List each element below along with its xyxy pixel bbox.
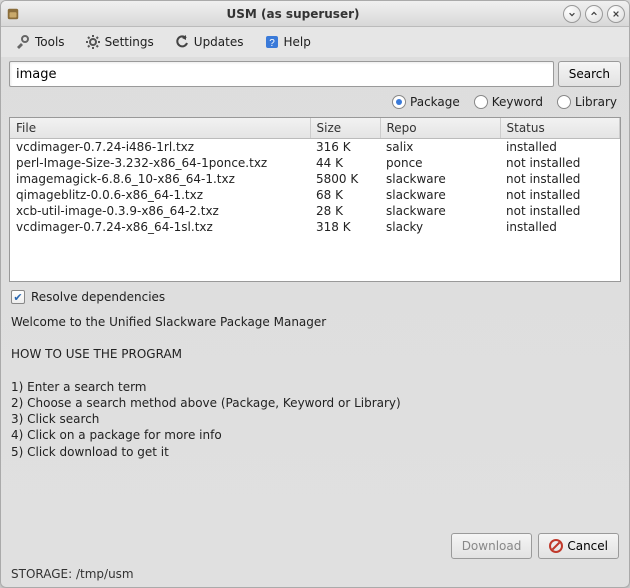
cancel-button-label: Cancel <box>567 539 608 553</box>
tools-icon <box>15 34 31 50</box>
table-row[interactable]: xcb-util-image-0.3.9-x86_64-2.txz28 Ksla… <box>10 203 620 219</box>
cell-repo: slackware <box>380 171 500 187</box>
cell-size: 28 K <box>310 203 380 219</box>
menu-settings[interactable]: Settings <box>81 30 158 54</box>
svg-text:?: ? <box>269 38 275 49</box>
window-controls <box>563 5 625 23</box>
results-table: File Size Repo Status vcdimager-0.7.24-i… <box>9 117 621 282</box>
radio-package[interactable]: Package <box>392 95 460 109</box>
main-window: USM (as superuser) Tools Settings <box>0 0 630 588</box>
table-row[interactable]: vcdimager-0.7.24-x86_64-1sl.txz318 Kslac… <box>10 219 620 235</box>
resolve-deps-label: Resolve dependencies <box>31 290 165 304</box>
radio-dot-icon <box>392 95 406 109</box>
cell-repo: ponce <box>380 155 500 171</box>
table-row[interactable]: imagemagick-6.8.6_10-x86_64-1.txz5800 Ks… <box>10 171 620 187</box>
help-icon: ? <box>264 34 280 50</box>
cell-size: 68 K <box>310 187 380 203</box>
table-row[interactable]: perl-Image-Size-3.232-x86_64-1ponce.txz4… <box>10 155 620 171</box>
refresh-icon <box>174 34 190 50</box>
radio-dot-icon <box>557 95 571 109</box>
cell-size: 5800 K <box>310 171 380 187</box>
bottom-buttons: Download Cancel <box>1 529 629 563</box>
search-row: Search <box>1 57 629 91</box>
titlebar: USM (as superuser) <box>1 1 629 27</box>
gear-icon <box>85 34 101 50</box>
radio-dot-icon <box>474 95 488 109</box>
cell-status: not installed <box>500 155 620 171</box>
status-bar: STORAGE: /tmp/usm <box>1 563 629 587</box>
cell-status: installed <box>500 139 620 156</box>
radio-package-label: Package <box>410 95 460 109</box>
app-icon <box>5 6 21 22</box>
maximize-button[interactable] <box>585 5 603 23</box>
cell-size: 318 K <box>310 219 380 235</box>
cell-repo: slackware <box>380 187 500 203</box>
cell-repo: slacky <box>380 219 500 235</box>
cell-file: vcdimager-0.7.24-i486-1rl.txz <box>10 139 310 156</box>
menubar: Tools Settings Updates ? Help <box>1 27 629 57</box>
minimize-button[interactable] <box>563 5 581 23</box>
checkbox-icon: ✔ <box>11 290 25 304</box>
radio-keyword[interactable]: Keyword <box>474 95 543 109</box>
table-row[interactable]: qimageblitz-0.0.6-x86_64-1.txz68 Kslackw… <box>10 187 620 203</box>
stop-icon <box>549 539 563 553</box>
search-input[interactable] <box>9 61 554 87</box>
cell-file: imagemagick-6.8.6_10-x86_64-1.txz <box>10 171 310 187</box>
menu-settings-label: Settings <box>105 35 154 49</box>
table-header-row: File Size Repo Status <box>10 118 620 139</box>
menu-tools[interactable]: Tools <box>11 30 69 54</box>
radio-keyword-label: Keyword <box>492 95 543 109</box>
cell-status: installed <box>500 219 620 235</box>
menu-help[interactable]: ? Help <box>260 30 315 54</box>
menu-tools-label: Tools <box>35 35 65 49</box>
cell-file: vcdimager-0.7.24-x86_64-1sl.txz <box>10 219 310 235</box>
info-area: Welcome to the Unified Slackware Package… <box>9 312 621 525</box>
cancel-button[interactable]: Cancel <box>538 533 619 559</box>
download-button[interactable]: Download <box>451 533 533 559</box>
resolve-deps-row[interactable]: ✔ Resolve dependencies <box>1 286 629 308</box>
table-row[interactable]: vcdimager-0.7.24-i486-1rl.txz316 Ksalixi… <box>10 139 620 156</box>
radio-library-label: Library <box>575 95 617 109</box>
cell-size: 44 K <box>310 155 380 171</box>
header-size[interactable]: Size <box>310 118 380 139</box>
radio-library[interactable]: Library <box>557 95 617 109</box>
search-button[interactable]: Search <box>558 61 621 87</box>
cell-repo: slackware <box>380 203 500 219</box>
header-file[interactable]: File <box>10 118 310 139</box>
search-mode-radios: Package Keyword Library <box>1 91 629 113</box>
menu-updates-label: Updates <box>194 35 244 49</box>
cell-file: perl-Image-Size-3.232-x86_64-1ponce.txz <box>10 155 310 171</box>
header-status[interactable]: Status <box>500 118 620 139</box>
menu-updates[interactable]: Updates <box>170 30 248 54</box>
cell-status: not installed <box>500 171 620 187</box>
cell-file: xcb-util-image-0.3.9-x86_64-2.txz <box>10 203 310 219</box>
cell-status: not installed <box>500 203 620 219</box>
close-button[interactable] <box>607 5 625 23</box>
cell-size: 316 K <box>310 139 380 156</box>
cell-file: qimageblitz-0.0.6-x86_64-1.txz <box>10 187 310 203</box>
header-repo[interactable]: Repo <box>380 118 500 139</box>
cell-status: not installed <box>500 187 620 203</box>
cell-repo: salix <box>380 139 500 156</box>
menu-help-label: Help <box>284 35 311 49</box>
window-title: USM (as superuser) <box>23 7 563 21</box>
